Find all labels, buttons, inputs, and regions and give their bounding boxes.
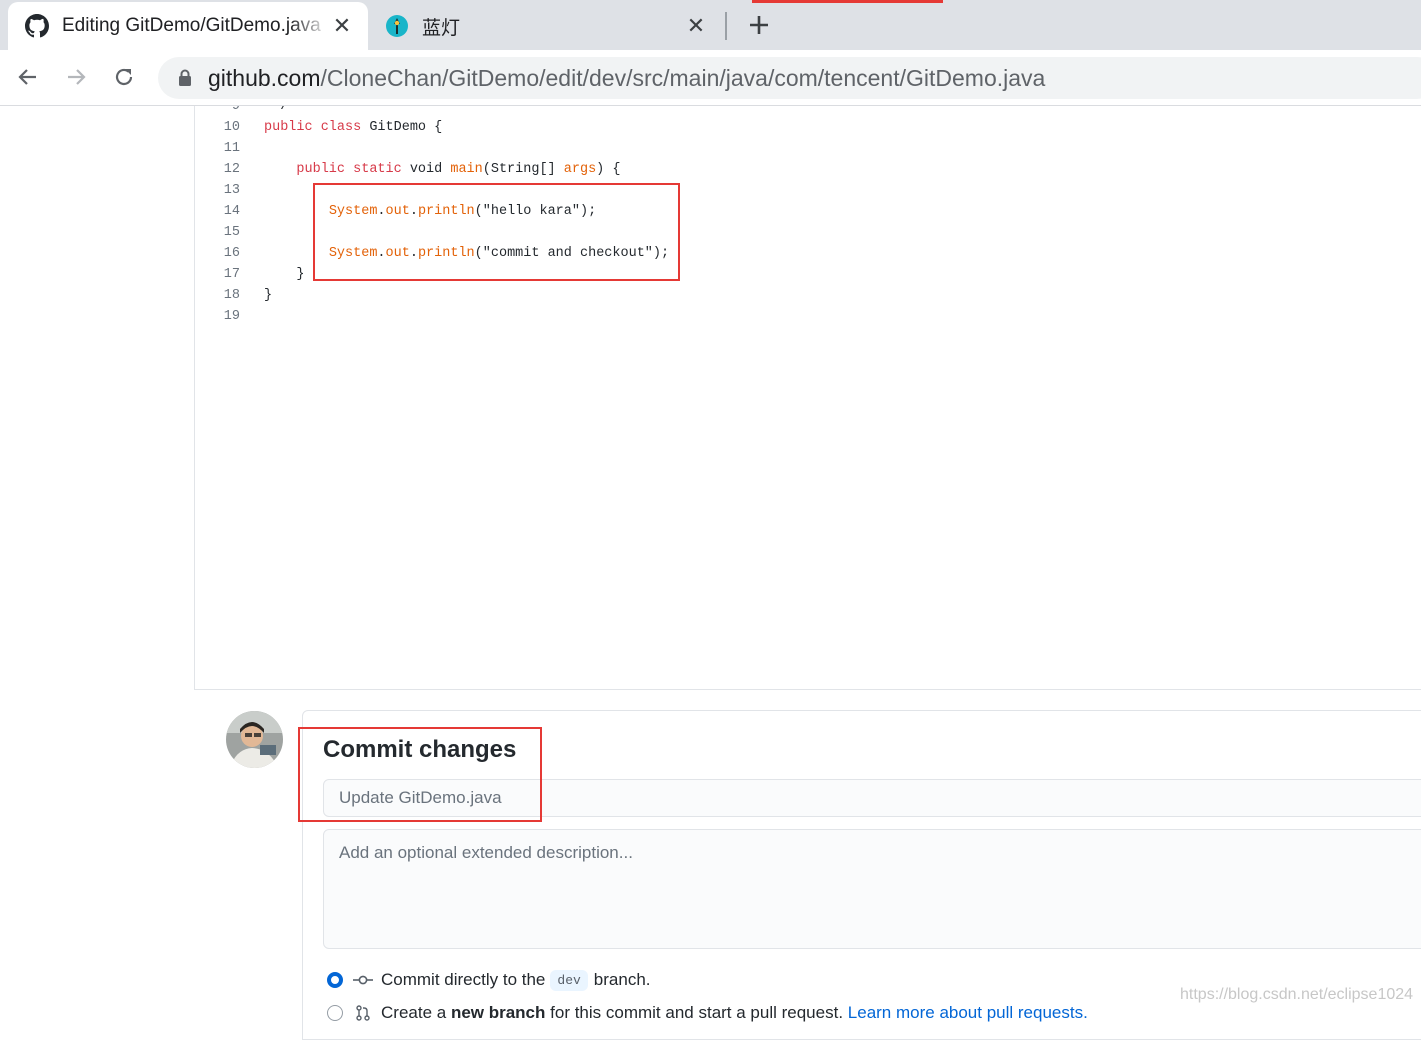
url-host: github.com: [208, 64, 321, 91]
commit-new-branch-label: Create a: [381, 1003, 447, 1022]
highlight-box-code: [313, 183, 680, 281]
tab-separator: [725, 12, 727, 40]
line-number: 15: [223, 225, 240, 240]
line-number: 17: [223, 267, 240, 282]
lantern-icon: [384, 13, 410, 39]
new-branch-strong: new branch: [450, 1003, 546, 1022]
line-number: 19: [223, 309, 240, 324]
code-token: (String[]: [482, 162, 564, 177]
git-pull-request-icon: [353, 1005, 373, 1021]
commit-new-branch-label-rest: for this commit and start a pull request…: [550, 1003, 844, 1022]
highlight-strip: [752, 0, 943, 3]
code-token: public class: [264, 120, 370, 135]
commit-new-branch-option[interactable]: Create a new branch for this commit and …: [327, 1000, 1088, 1026]
browser-tabstrip: Editing GitDemo/GitDemo.java ✕ 蓝灯 ✕: [0, 0, 1421, 50]
line-number: 9: [231, 106, 240, 114]
tab-title: Editing GitDemo/GitDemo.java: [62, 15, 321, 36]
url-text: github.com/CloneChan/GitDemo/edit/dev/sr…: [208, 65, 1045, 92]
code-token: GitDemo {: [369, 120, 443, 135]
forward-button[interactable]: [61, 62, 91, 92]
line-code: }: [264, 264, 305, 285]
commit-new-branch-radio[interactable]: [327, 1005, 343, 1021]
line-code: public static void main(String[] args) {: [264, 159, 620, 180]
watermark: https://blog.csdn.net/eclipse1024: [1180, 986, 1414, 1003]
arrow-left-icon: [18, 69, 36, 85]
commit-direct-label-suffix: branch.: [593, 970, 651, 989]
close-tab-icon[interactable]: ✕: [684, 13, 708, 38]
reload-button[interactable]: [109, 62, 139, 92]
code-token: args: [563, 162, 597, 177]
line-code: */: [264, 106, 288, 117]
browser-toolbar: github.com/CloneChan/GitDemo/edit/dev/sr…: [0, 50, 1421, 106]
code-token: }: [264, 288, 273, 303]
line-number: 12: [223, 162, 240, 177]
back-button[interactable]: [13, 62, 43, 92]
code-token: */: [264, 106, 289, 114]
github-icon: [24, 13, 50, 39]
address-bar[interactable]: github.com/CloneChan/GitDemo/edit/dev/sr…: [158, 57, 1421, 99]
lock-icon: [176, 68, 194, 88]
code-token: void: [409, 162, 451, 177]
branch-name-pill: dev: [550, 969, 588, 991]
line-code: }: [264, 285, 272, 306]
tab-editing-gitdemo[interactable]: Editing GitDemo/GitDemo.java ✕: [8, 2, 368, 50]
url-path: /CloneChan/GitDemo/edit/dev/src/main/jav…: [320, 64, 1046, 91]
tab-lantern[interactable]: 蓝灯 ✕: [372, 2, 722, 50]
git-commit-icon: [353, 972, 373, 988]
new-tab-button[interactable]: [744, 10, 774, 40]
commit-direct-radio[interactable]: [327, 972, 343, 988]
commit-direct-option[interactable]: Commit directly to the dev branch.: [327, 967, 651, 993]
code-token: ) {: [596, 162, 621, 177]
line-number: 11: [223, 141, 240, 156]
commit-description-input[interactable]: [323, 829, 1421, 949]
commit-direct-label: Commit directly to the: [381, 970, 546, 989]
close-tab-icon[interactable]: ✕: [330, 13, 354, 38]
reload-icon: [115, 68, 133, 86]
line-number: 14: [223, 204, 240, 219]
avatar[interactable]: [226, 711, 283, 768]
code-token: }: [264, 267, 305, 282]
code-token: main: [450, 162, 483, 177]
learn-more-pr-link[interactable]: Learn more about pull requests.: [848, 1003, 1088, 1023]
arrow-right-icon: [68, 69, 86, 85]
line-code: public class GitDemo {: [264, 117, 442, 138]
line-number: 16: [223, 246, 240, 261]
line-number: 13: [223, 183, 240, 198]
line-number: 10: [223, 120, 240, 135]
tab-title: 蓝灯: [422, 17, 461, 39]
highlight-box-commit: [298, 727, 542, 822]
code-token: public static: [264, 162, 410, 177]
line-number: 18: [223, 288, 240, 303]
